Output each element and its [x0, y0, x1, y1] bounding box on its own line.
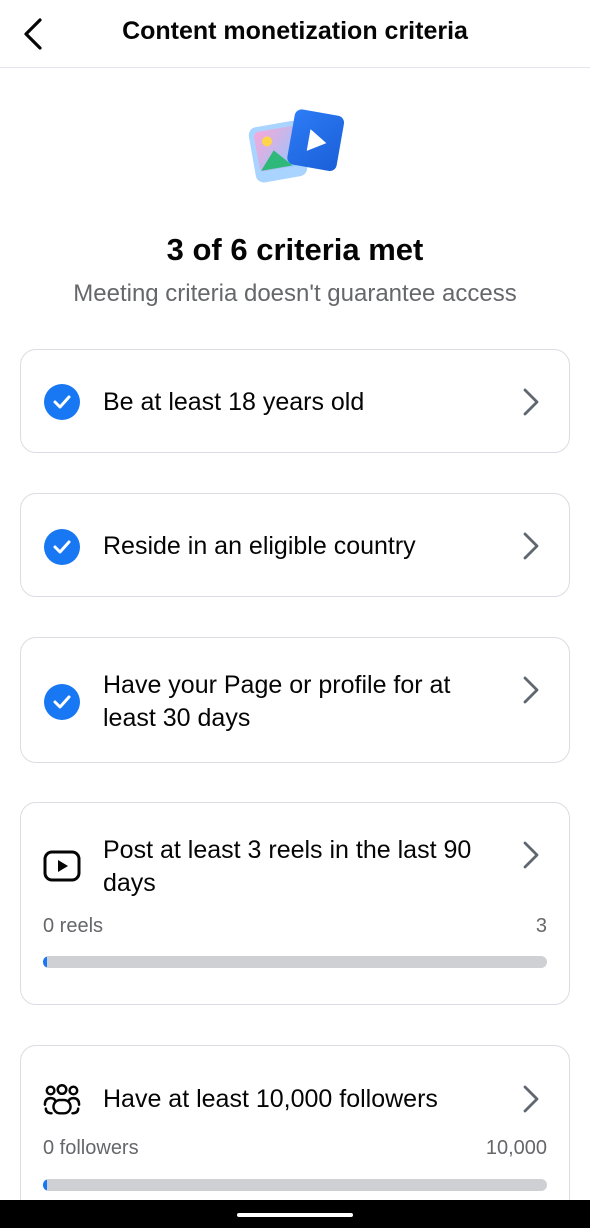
home-indicator[interactable] [237, 1213, 353, 1217]
criteria-card-age[interactable]: Be at least 18 years old [20, 349, 570, 453]
criteria-card-country[interactable]: Reside in an eligible country [20, 493, 570, 597]
criteria-label: Have your Page or profile for at least 3… [103, 671, 451, 732]
criteria-disclaimer: Meeting criteria doesn't guarantee acces… [73, 280, 517, 307]
check-circle-icon [44, 684, 80, 720]
criteria-summary-title: 3 of 6 criteria met [166, 232, 424, 267]
status-icon-slot [43, 847, 81, 885]
reels-icon [43, 850, 81, 882]
chevron-right-icon [519, 673, 543, 707]
criteria-label: Have at least 10,000 followers [103, 1085, 438, 1113]
criteria-label: Be at least 18 years old [103, 388, 365, 416]
status-icon-slot [43, 528, 81, 566]
criteria-card-reels[interactable]: Post at least 3 reels in the last 90 day… [20, 802, 570, 1005]
page-title: Content monetization criteria [122, 17, 468, 45]
chevron-right-icon [519, 838, 543, 872]
monetization-illustration-icon [246, 106, 346, 188]
check-circle-icon [44, 529, 80, 565]
criteria-card-account-age[interactable]: Have your Page or profile for at least 3… [20, 637, 570, 763]
progress-target-label: 10,000 [485, 1137, 547, 1159]
progress-bar [43, 956, 547, 968]
followers-icon [43, 1084, 81, 1115]
app-root: Content monetization criteria 3 of 6 cri… [0, 0, 590, 1228]
progress-fill [43, 956, 47, 968]
progress-current-label: 0 reels [43, 915, 104, 937]
progress-target-label: 3 [535, 915, 547, 937]
progress-fill [43, 1179, 47, 1191]
status-icon-slot [43, 683, 81, 721]
chevron-right-icon [519, 385, 543, 419]
progress-current-label: 0 followers [43, 1137, 139, 1159]
chevron-right-icon [519, 529, 543, 563]
system-navigation-bar [0, 1200, 590, 1228]
status-icon-slot [43, 1081, 81, 1119]
top-bar: Content monetization criteria [0, 0, 590, 68]
progress-labels: 0 followers 10,000 [43, 1137, 547, 1160]
status-icon-slot [43, 383, 81, 421]
chevron-right-icon [519, 1082, 543, 1116]
progress-labels: 0 reels 3 [43, 915, 547, 938]
criteria-label: Post at least 3 reels in the last 90 day… [103, 836, 472, 897]
check-circle-icon [44, 384, 80, 420]
progress-bar [43, 1179, 547, 1191]
criteria-label: Reside in an eligible country [103, 532, 416, 560]
